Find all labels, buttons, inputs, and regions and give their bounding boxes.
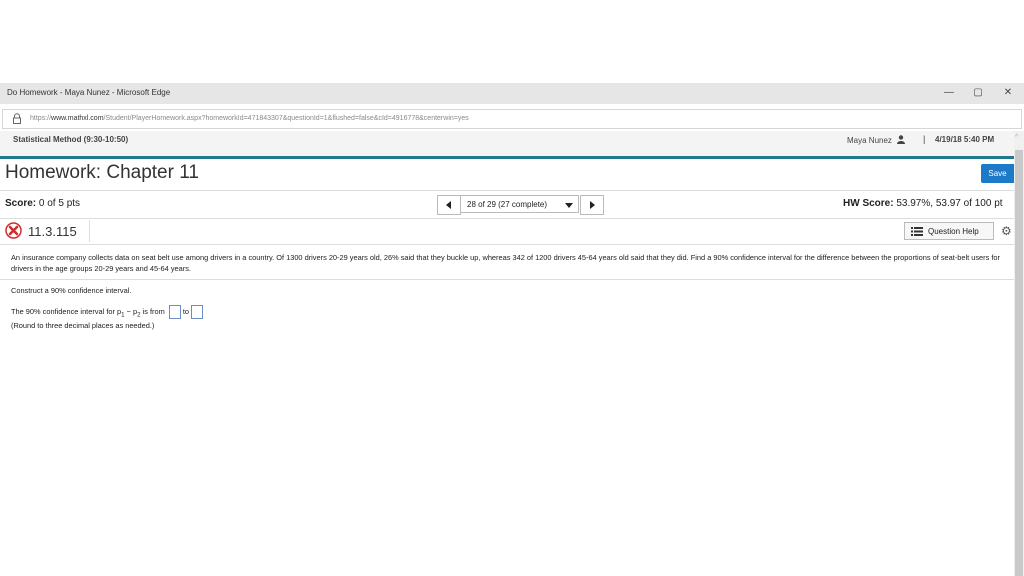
address-bar: https://www.mathxl.com/Student/PlayerHom…: [0, 104, 1024, 132]
divider: [0, 279, 1014, 280]
close-button[interactable]: ✕: [1000, 86, 1016, 100]
question-selector[interactable]: 28 of 29 (27 complete): [460, 195, 579, 213]
url-text: https://www.mathxl.com/Student/PlayerHom…: [30, 115, 469, 122]
window-titlebar: Do Homework - Maya Nunez - Microsoft Edg…: [0, 83, 1024, 104]
list-icon: [911, 227, 923, 236]
answer-prefix: The 90% confidence interval for p: [11, 306, 122, 316]
course-name[interactable]: Statistical Method (9:30-10:50): [13, 135, 128, 144]
url-path: /Student/PlayerHomework.aspx?homeworkId=…: [103, 115, 469, 122]
scroll-up-icon[interactable]: ^: [1015, 134, 1018, 141]
answer-to: to: [182, 306, 189, 316]
answer-line: The 90% confidence interval for p1 − p2 …: [11, 305, 205, 319]
triangle-right-icon: [590, 201, 595, 209]
instruction-text: Construct a 90% confidence interval.: [11, 286, 132, 295]
user-name-text: Maya Nunez: [847, 136, 892, 145]
page-scrollbar[interactable]: ^: [1014, 131, 1024, 576]
lower-bound-input[interactable]: [168, 305, 181, 319]
restore-button[interactable]: ▢: [970, 86, 986, 100]
gear-icon[interactable]: ⚙: [1001, 224, 1012, 238]
divider: [0, 218, 1014, 219]
user-name[interactable]: Maya Nunez: [847, 135, 906, 145]
rounding-note: (Round to three decimal places as needed…: [11, 321, 155, 330]
question-help-button[interactable]: Question Help: [904, 222, 994, 240]
upper-bound-input[interactable]: [191, 305, 203, 319]
hw-score-value: 53.97%, 53.97 of 100 pt: [896, 198, 1003, 209]
save-button[interactable]: Save: [981, 164, 1014, 183]
question-help-label: Question Help: [928, 227, 979, 236]
triangle-down-icon: [565, 203, 573, 208]
divider: [0, 190, 1014, 191]
triangle-left-icon: [446, 201, 451, 209]
problem-text: An insurance company collects data on se…: [11, 253, 1000, 273]
hw-score-label: HW Score:: [843, 198, 894, 209]
answer-minus: − p: [124, 306, 138, 316]
user-icon: [897, 135, 906, 144]
divider: [89, 220, 90, 242]
minimize-button[interactable]: —: [941, 86, 957, 100]
hw-score: HW Score: 53.97%, 53.97 of 100 pt: [843, 198, 1003, 209]
incorrect-icon: [5, 222, 22, 239]
url-field[interactable]: https://www.mathxl.com/Student/PlayerHom…: [2, 109, 1022, 129]
question-progress: 28 of 29 (27 complete): [467, 200, 548, 209]
page-title: Homework: Chapter 11: [5, 162, 199, 183]
date-time: 4/19/18 5:40 PM: [935, 135, 995, 144]
lock-icon: [13, 113, 21, 124]
next-question-button[interactable]: [580, 195, 604, 215]
window-title: Do Homework - Maya Nunez - Microsoft Edg…: [7, 88, 171, 97]
course-bar-separator: |: [923, 134, 926, 144]
scroll-thumb[interactable]: [1015, 150, 1023, 576]
answer-is-from: is from: [140, 306, 165, 316]
divider: [0, 244, 1014, 245]
course-bar: Statistical Method (9:30-10:50) Maya Nun…: [0, 131, 1014, 156]
url-domain: www.mathxl.com: [51, 115, 104, 122]
previous-question-button[interactable]: [437, 195, 461, 215]
score-label: Score:: [5, 198, 37, 209]
url-prefix: https://: [30, 115, 52, 122]
score-value: 0 of 5 pts: [38, 198, 81, 209]
header-divider: [0, 156, 1014, 159]
score: Score: 0 of 5 pts: [5, 198, 80, 209]
question-number: 11.3.115: [28, 224, 77, 239]
